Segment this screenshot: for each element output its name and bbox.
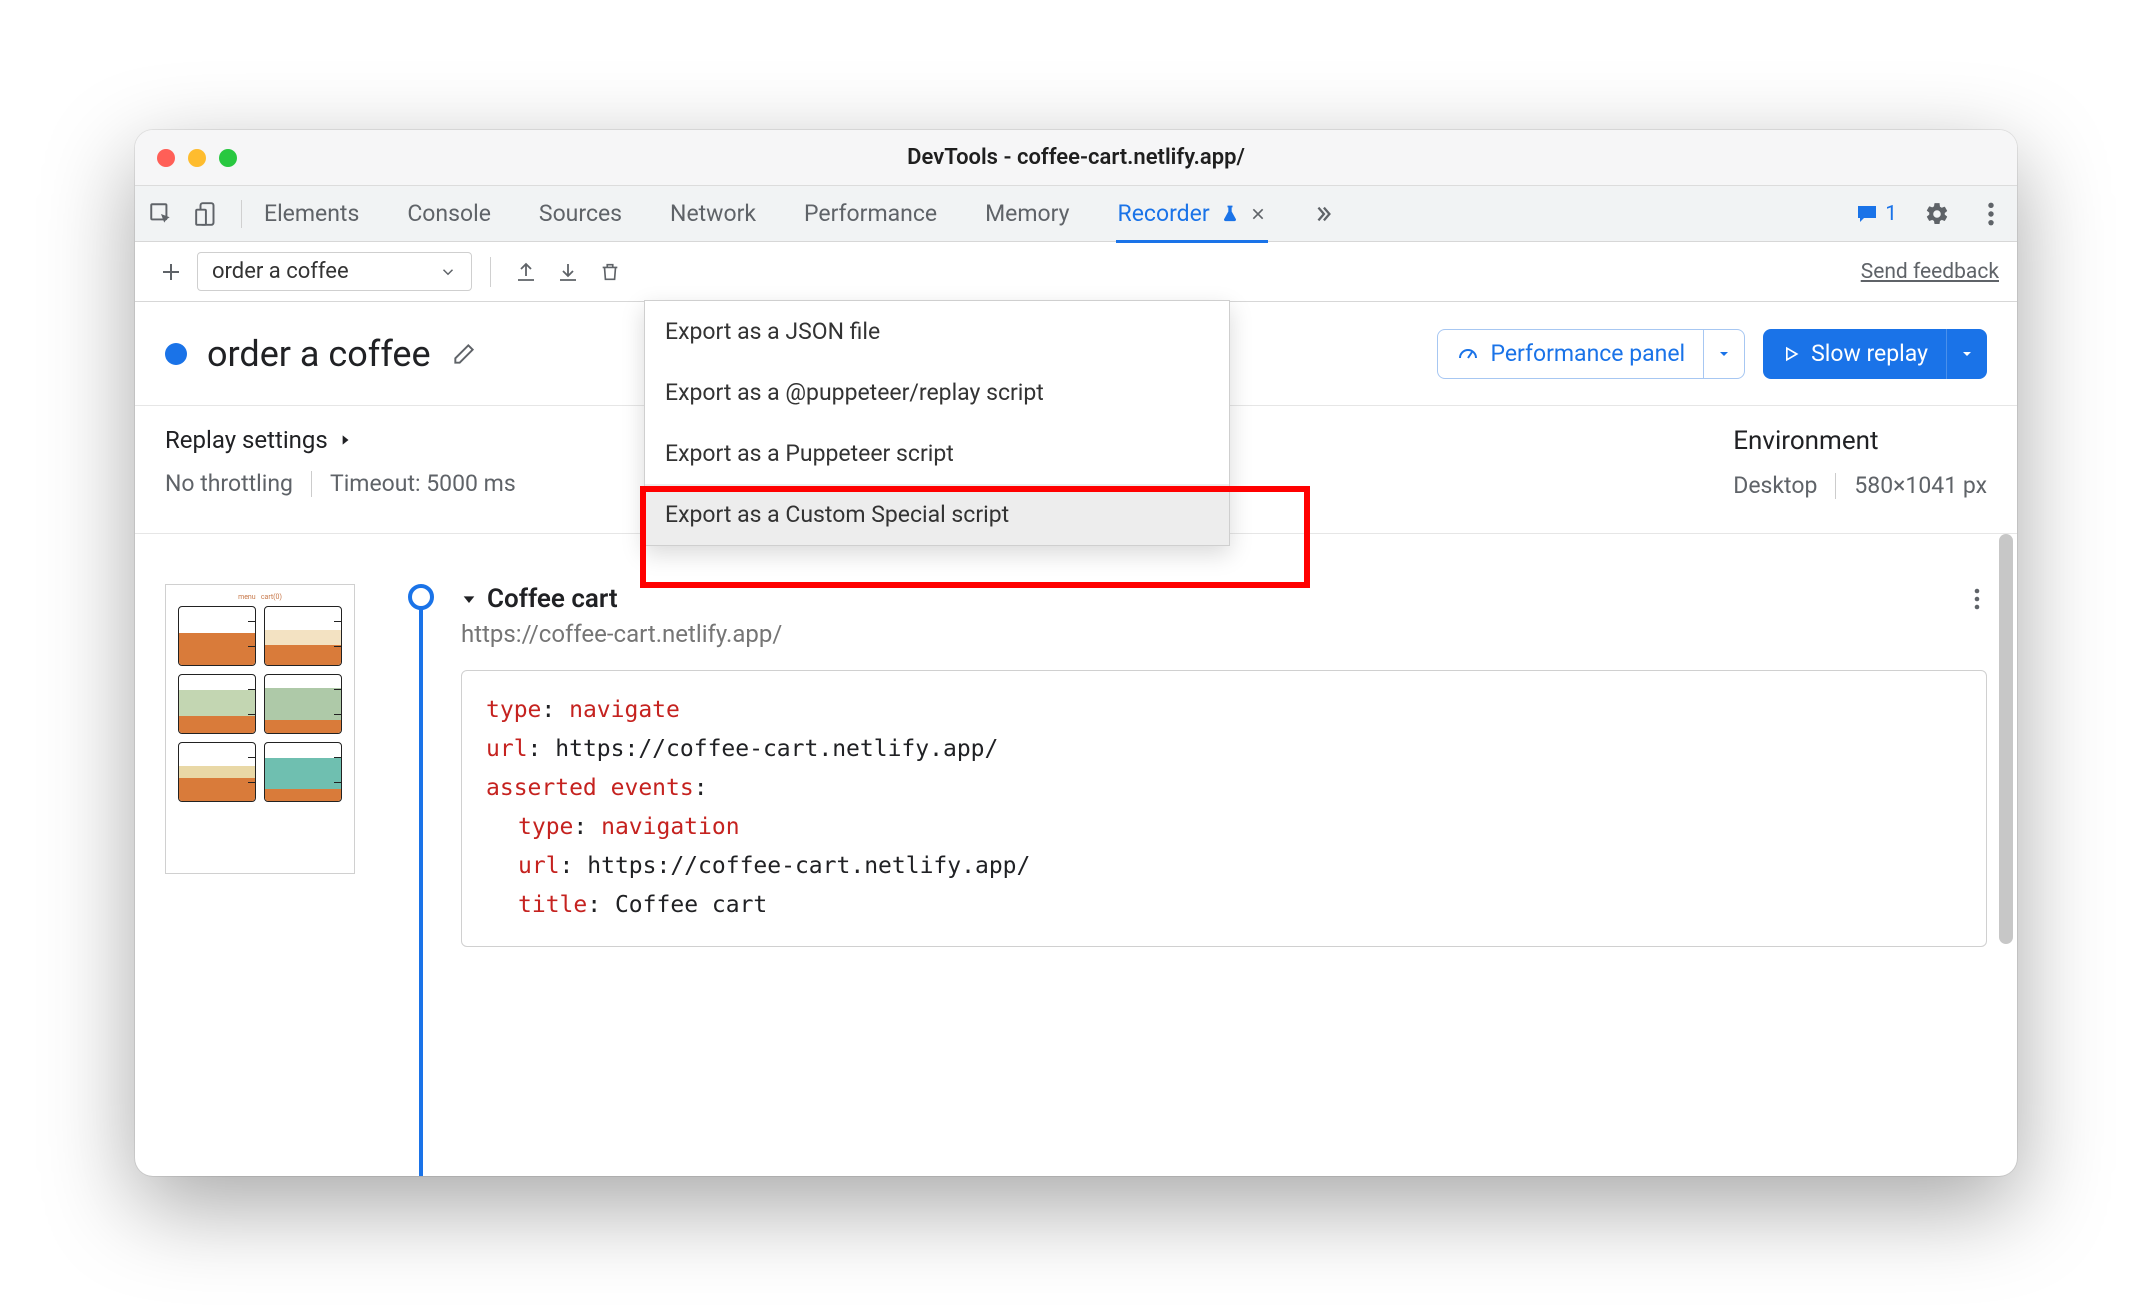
recording-select[interactable]: order a coffee [197, 252, 472, 291]
step: Coffee cart https://coffee-cart.netlify.… [437, 584, 2017, 1176]
more-tabs-icon[interactable] [1312, 203, 1334, 225]
env-size: 580×1041 px [1854, 472, 1987, 499]
export-puppeteer-replay[interactable]: Export as a @puppeteer/replay script [645, 362, 1229, 423]
chat-icon [1855, 202, 1879, 226]
content-area: menu cart(0) Coffee cart htt [135, 534, 2017, 1176]
export-icon[interactable] [551, 255, 585, 289]
performance-panel-button[interactable]: Performance panel [1437, 329, 1745, 379]
flask-icon [1220, 204, 1240, 224]
scrollbar[interactable] [1999, 534, 2013, 944]
issues-badge[interactable]: 1 [1855, 202, 1897, 226]
tab-network[interactable]: Network [668, 186, 758, 242]
step-title: Coffee cart [487, 584, 618, 614]
send-feedback-link[interactable]: Send feedback [1861, 260, 1999, 284]
export-json[interactable]: Export as a JSON file [645, 301, 1229, 362]
traffic-lights [135, 149, 237, 167]
slow-replay-button[interactable]: Slow replay [1763, 329, 1987, 379]
delete-icon[interactable] [593, 255, 627, 289]
timeout-value: Timeout: 5000 ms [330, 470, 516, 497]
maximize-window[interactable] [219, 149, 237, 167]
edit-icon[interactable] [451, 341, 477, 367]
titlebar: DevTools - coffee-cart.netlify.app/ [135, 130, 2017, 186]
tab-sources[interactable]: Sources [537, 186, 624, 242]
play-icon [1781, 344, 1801, 364]
import-icon[interactable] [509, 255, 543, 289]
chevron-down-icon [439, 263, 457, 281]
performance-panel-dropdown[interactable] [1703, 330, 1744, 378]
close-tab-icon[interactable] [1250, 206, 1266, 222]
timeline-node-icon [408, 584, 434, 610]
throttling-value: No throttling [165, 470, 293, 497]
recording-title: order a coffee [207, 333, 431, 375]
tab-memory[interactable]: Memory [983, 186, 1071, 242]
tab-recorder[interactable]: Recorder [1116, 186, 1268, 242]
device-toggle-icon[interactable] [193, 200, 221, 228]
settings-icon[interactable] [1923, 200, 1951, 228]
caret-down-icon [1959, 346, 1975, 362]
export-puppeteer[interactable]: Export as a Puppeteer script [645, 423, 1229, 484]
export-custom-special[interactable]: Export as a Custom Special script [645, 484, 1229, 545]
close-window[interactable] [157, 149, 175, 167]
collapse-icon[interactable] [461, 591, 477, 607]
replay-settings-toggle[interactable]: Replay settings [165, 426, 516, 454]
export-menu: Export as a JSON file Export as a @puppe… [644, 300, 1230, 546]
caret-down-icon [1716, 346, 1732, 362]
environment-label: Environment [1733, 426, 1987, 456]
status-dot-icon [165, 343, 187, 365]
step-details: type: navigate url: https://coffee-cart.… [461, 670, 1987, 947]
recorder-toolbar: order a coffee Send feedback Export as a… [135, 242, 2017, 302]
timeline [405, 584, 437, 1176]
minimize-window[interactable] [188, 149, 206, 167]
add-recording-icon[interactable] [153, 254, 189, 290]
step-thumbnail: menu cart(0) [165, 584, 355, 874]
tab-elements[interactable]: Elements [262, 186, 361, 242]
env-device: Desktop [1733, 472, 1817, 499]
devtools-tabbar: Elements Console Sources Network Perform… [135, 186, 2017, 242]
kebab-menu-icon[interactable] [1977, 200, 2005, 228]
chevron-right-icon [338, 431, 352, 449]
tab-console[interactable]: Console [405, 186, 493, 242]
slow-replay-dropdown[interactable] [1946, 329, 1987, 379]
window-title: DevTools - coffee-cart.netlify.app/ [135, 145, 2017, 170]
window: DevTools - coffee-cart.netlify.app/ Elem… [135, 130, 2017, 1176]
inspect-icon[interactable] [147, 200, 175, 228]
gauge-icon [1456, 342, 1480, 366]
step-url: https://coffee-cart.netlify.app/ [461, 620, 1987, 648]
step-menu-icon[interactable] [1973, 587, 1987, 611]
tab-performance[interactable]: Performance [802, 186, 939, 242]
